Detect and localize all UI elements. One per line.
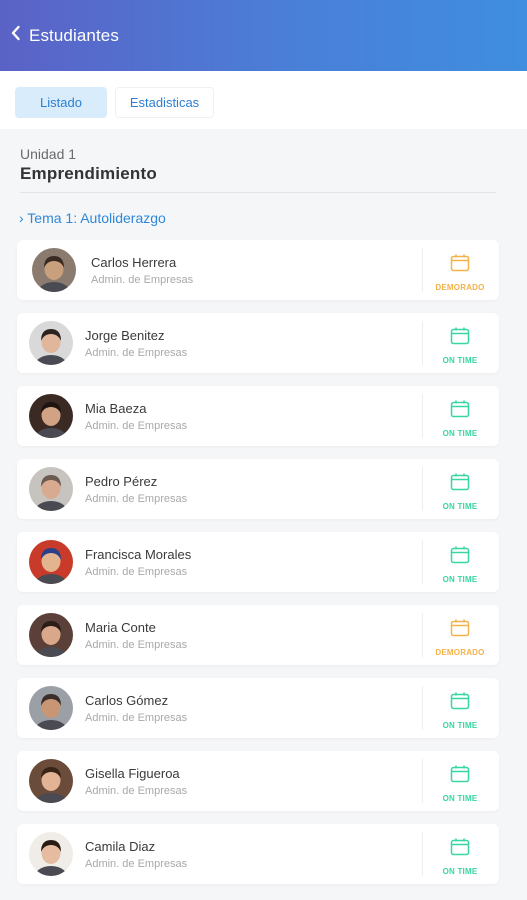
status-label: ON TIME <box>442 429 478 438</box>
status-separator <box>422 467 423 511</box>
status-label: ON TIME <box>442 502 478 511</box>
student-career: Admin. de Empresas <box>85 347 188 359</box>
tab-listado[interactable]: Listado <box>15 87 107 118</box>
avatar <box>29 321 73 365</box>
student-card[interactable]: Carlos Herrera Admin. de Empresas DEMORA… <box>17 240 499 300</box>
status-badge[interactable]: ON TIME <box>427 761 493 803</box>
tabs-bar: Listado Estadisticas <box>0 71 527 129</box>
status-label: ON TIME <box>442 867 478 876</box>
status-badge[interactable]: ON TIME <box>427 688 493 730</box>
chevron-left-icon <box>10 25 22 46</box>
calendar-icon <box>450 542 470 569</box>
calendar-icon <box>450 396 470 423</box>
avatar <box>29 759 73 803</box>
student-name: Carlos Gómez <box>85 693 169 708</box>
student-card[interactable]: Camila Diaz Admin. de Empresas ON TIME <box>17 824 499 884</box>
status-badge[interactable]: ON TIME <box>427 396 493 438</box>
tab-estadisticas[interactable]: Estadisticas <box>115 87 214 118</box>
status-separator <box>422 832 423 876</box>
app-bar: Estudiantes <box>0 0 527 71</box>
page-title: Estudiantes <box>29 25 119 45</box>
calendar-icon <box>450 469 470 496</box>
student-career: Admin. de Empresas <box>91 274 194 286</box>
student-card[interactable]: Gisella Figueroa Admin. de Empresas ON T… <box>17 751 499 811</box>
status-separator <box>422 394 423 438</box>
status-badge[interactable]: ON TIME <box>427 469 493 511</box>
student-career: Admin. de Empresas <box>85 858 188 870</box>
status-label: DEMORADO <box>435 648 485 657</box>
status-badge[interactable]: DEMORADO <box>427 615 493 657</box>
back-button[interactable]: Estudiantes <box>10 25 119 46</box>
status-badge[interactable]: DEMORADO <box>427 250 493 292</box>
student-card[interactable]: Jorge Benitez Admin. de Empresas ON TIME <box>17 313 499 373</box>
divider <box>20 192 496 193</box>
student-card[interactable]: Francisca Morales Admin. de Empresas ON … <box>17 532 499 592</box>
avatar <box>29 394 73 438</box>
avatar <box>29 832 73 876</box>
calendar-icon <box>450 615 470 642</box>
status-badge[interactable]: ON TIME <box>427 542 493 584</box>
unit-title: Emprendimiento <box>20 164 157 183</box>
student-career: Admin. de Empresas <box>85 420 188 432</box>
student-name: Francisca Morales <box>85 547 192 562</box>
status-badge[interactable]: ON TIME <box>427 323 493 365</box>
status-separator <box>422 540 423 584</box>
avatar <box>29 686 73 730</box>
student-career: Admin. de Empresas <box>85 566 188 578</box>
calendar-icon <box>450 834 470 861</box>
student-name: Pedro Pérez <box>85 474 158 489</box>
student-name: Jorge Benitez <box>85 328 165 343</box>
student-career: Admin. de Empresas <box>85 712 188 724</box>
student-name: Gisella Figueroa <box>85 766 180 781</box>
calendar-icon <box>450 761 470 788</box>
status-label: ON TIME <box>442 794 478 803</box>
status-separator <box>422 759 423 803</box>
status-separator <box>422 686 423 730</box>
student-career: Admin. de Empresas <box>85 493 188 505</box>
student-name: Carlos Herrera <box>91 255 177 270</box>
avatar <box>29 467 73 511</box>
status-label: DEMORADO <box>435 283 485 292</box>
calendar-icon <box>450 250 470 277</box>
status-badge[interactable]: ON TIME <box>427 834 493 876</box>
student-card[interactable]: Maria Conte Admin. de Empresas DEMORADO <box>17 605 499 665</box>
avatar <box>32 248 76 292</box>
student-career: Admin. de Empresas <box>85 785 188 797</box>
status-separator <box>422 321 423 365</box>
avatar <box>29 613 73 657</box>
status-label: ON TIME <box>442 721 478 730</box>
avatar <box>29 540 73 584</box>
status-label: ON TIME <box>442 575 478 584</box>
calendar-icon <box>450 688 470 715</box>
student-card[interactable]: Carlos Gómez Admin. de Empresas ON TIME <box>17 678 499 738</box>
unit-label: Unidad 1 <box>20 146 77 162</box>
status-separator <box>422 248 423 292</box>
topic-link[interactable]: › Tema 1: Autoliderazgo <box>19 210 166 226</box>
status-separator <box>422 613 423 657</box>
student-card[interactable]: Pedro Pérez Admin. de Empresas ON TIME <box>17 459 499 519</box>
student-name: Mia Baeza <box>85 401 147 416</box>
student-card[interactable]: Mia Baeza Admin. de Empresas ON TIME <box>17 386 499 446</box>
calendar-icon <box>450 323 470 350</box>
student-career: Admin. de Empresas <box>85 639 188 651</box>
status-label: ON TIME <box>442 356 478 365</box>
student-name: Camila Diaz <box>85 839 156 854</box>
student-name: Maria Conte <box>85 620 156 635</box>
